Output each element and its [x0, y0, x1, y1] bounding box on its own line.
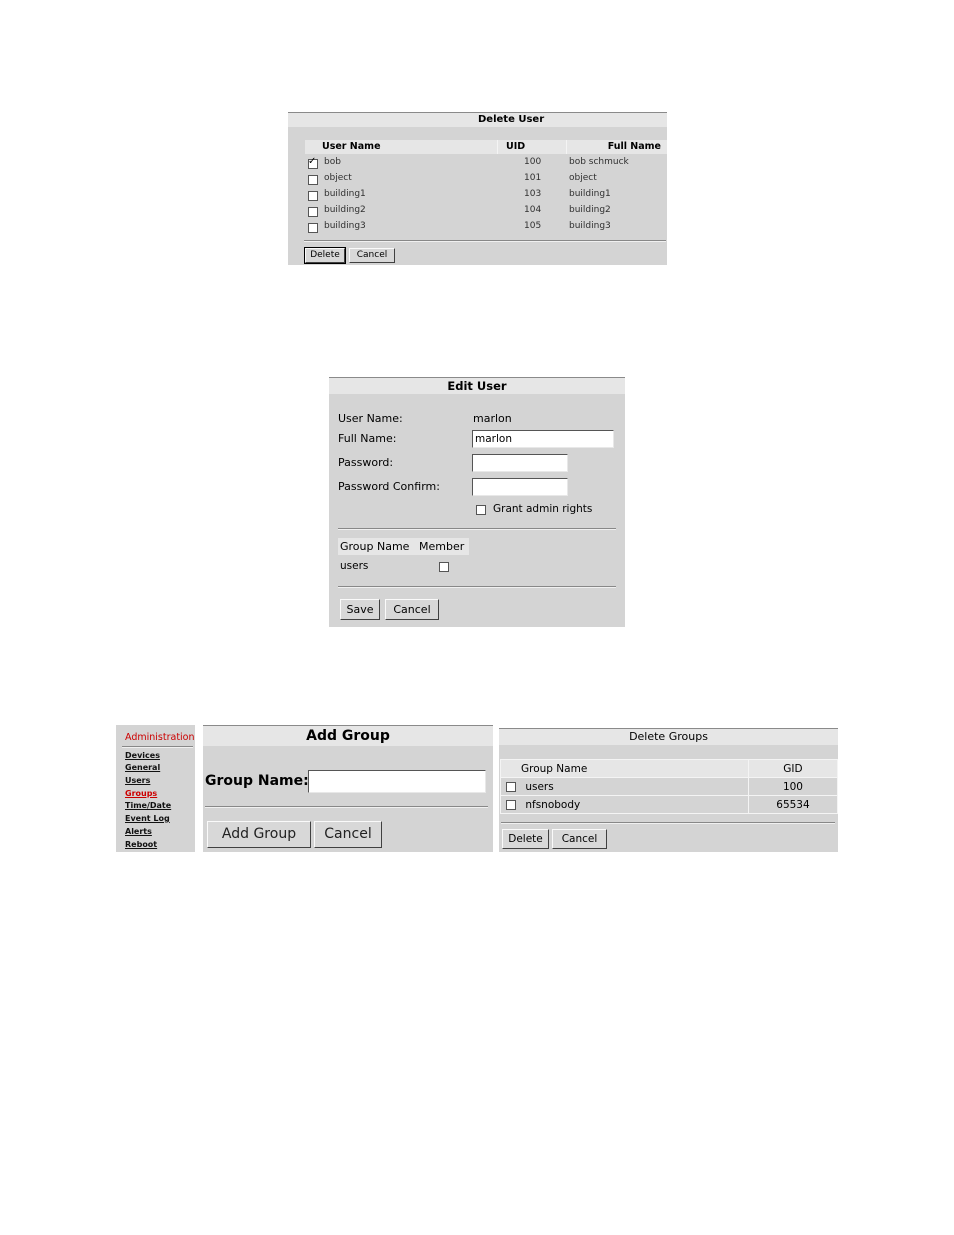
delete-user-table-header: User Name UID Full Name — [305, 140, 667, 154]
table-row[interactable]: building2 104 building2 — [305, 204, 665, 220]
group-name-input[interactable] — [308, 770, 486, 793]
member-header: Member — [419, 540, 465, 553]
sidebar-item-reboot[interactable]: Reboot — [125, 840, 157, 849]
row-checkbox[interactable] — [506, 799, 516, 810]
sidebar-item-alerts[interactable]: Alerts — [125, 827, 152, 836]
grant-admin-label: Grant admin rights — [493, 503, 593, 515]
sidebar-item-users[interactable]: Users — [125, 776, 150, 785]
table-row[interactable]: building1 103 building1 — [305, 188, 665, 204]
uid-cell: 103 — [524, 189, 542, 199]
row-checkbox[interactable] — [308, 191, 318, 201]
delete-user-panel: Delete User User Name UID Full Name bob … — [288, 112, 667, 265]
divider — [338, 586, 616, 588]
group-table-header: Group Name Member — [338, 538, 469, 555]
column-header-full-name: Full Name — [607, 141, 661, 152]
divider — [501, 822, 835, 824]
user-name-cell: building2 — [324, 205, 366, 215]
delete-groups-panel: Delete Groups Group Name GID users 100 n… — [499, 728, 839, 852]
save-button[interactable]: Save — [340, 599, 380, 620]
cancel-button[interactable]: Cancel — [552, 829, 607, 849]
table-row[interactable]: users 100 — [500, 777, 839, 796]
group-name-cell: nfsnobody — [525, 798, 581, 811]
divider — [205, 806, 488, 808]
row-checkbox[interactable] — [308, 207, 318, 217]
sidebar-heading: Administration — [125, 732, 195, 743]
delete-groups-title: Delete Groups — [499, 728, 838, 745]
edit-user-panel: Edit User User Name: marlon Full Name: P… — [329, 377, 625, 627]
gid-cell: 100 — [747, 777, 839, 796]
divider — [122, 746, 193, 748]
sidebar-item-groups[interactable]: Groups — [125, 789, 157, 798]
table-row[interactable]: object 101 object — [305, 172, 665, 188]
user-name-cell: bob — [324, 157, 341, 167]
gid-cell: 65534 — [747, 795, 839, 814]
table-header-row: Group Name GID — [500, 759, 839, 778]
cancel-button[interactable]: Cancel — [385, 599, 439, 620]
add-group-button[interactable]: Add Group — [207, 821, 311, 848]
user-name-cell: building1 — [324, 189, 366, 199]
table-row[interactable]: bob 100 bob schmuck — [305, 156, 665, 172]
full-name-label: Full Name: — [338, 432, 397, 445]
user-name-cell: building3 — [324, 221, 366, 231]
grant-admin-checkbox[interactable] — [476, 505, 486, 515]
password-confirm-label: Password Confirm: — [338, 480, 440, 493]
row-checkbox[interactable] — [506, 781, 516, 792]
divider — [338, 528, 616, 530]
uid-cell: 100 — [524, 157, 542, 167]
group-member-checkbox[interactable] — [439, 562, 449, 572]
sidebar-item-event-log[interactable]: Event Log — [125, 814, 170, 823]
delete-button[interactable]: Delete — [502, 829, 549, 849]
group-name-label: Group Name: — [205, 773, 309, 789]
uid-cell: 105 — [524, 221, 542, 231]
column-divider — [566, 140, 567, 154]
user-name-label: User Name: — [338, 412, 403, 425]
gid-header: GID — [747, 759, 839, 778]
full-name-cell: building2 — [569, 205, 611, 215]
row-checkbox[interactable] — [308, 175, 318, 185]
full-name-cell: building3 — [569, 221, 611, 231]
group-name-cell: users — [525, 780, 554, 793]
column-header-user-name: User Name — [322, 141, 381, 152]
uid-cell: 104 — [524, 205, 542, 215]
full-name-cell: building1 — [569, 189, 611, 199]
edit-user-title: Edit User — [329, 377, 625, 394]
group-name-cell: users — [340, 560, 369, 572]
user-name-cell: object — [324, 173, 352, 183]
full-name-cell: object — [569, 173, 597, 183]
table-row[interactable]: building3 105 building3 — [305, 220, 665, 236]
divider — [304, 240, 666, 242]
full-name-cell: bob schmuck — [569, 157, 629, 167]
row-checkbox[interactable] — [308, 223, 318, 233]
password-input[interactable] — [472, 454, 568, 472]
cancel-button[interactable]: Cancel — [314, 821, 382, 848]
password-label: Password: — [338, 456, 394, 469]
add-group-title: Add Group — [203, 725, 493, 746]
password-confirm-input[interactable] — [472, 478, 568, 496]
delete-groups-table: Group Name GID users 100 nfsnobody 65534 — [500, 759, 839, 814]
column-header-uid: UID — [506, 141, 526, 152]
column-divider — [497, 140, 498, 154]
admin-sidebar: Administration Devices General Users Gro… — [116, 725, 195, 852]
sidebar-item-general[interactable]: General — [125, 763, 160, 772]
row-checkbox[interactable] — [308, 156, 318, 169]
uid-cell: 101 — [524, 173, 542, 183]
add-group-panel: Add Group Group Name: Add Group Cancel — [203, 725, 493, 852]
group-name-header: Group Name — [500, 759, 749, 778]
user-name-value: marlon — [473, 412, 512, 425]
table-row[interactable]: nfsnobody 65534 — [500, 795, 839, 814]
cancel-button[interactable]: Cancel — [349, 248, 395, 263]
sidebar-item-devices[interactable]: Devices — [125, 751, 160, 760]
sidebar-item-time-date[interactable]: Time/Date — [125, 801, 171, 810]
full-name-input[interactable] — [472, 430, 614, 448]
group-name-header: Group Name — [340, 540, 410, 553]
delete-button[interactable]: Delete — [304, 247, 346, 264]
delete-user-title: Delete User — [288, 112, 667, 127]
